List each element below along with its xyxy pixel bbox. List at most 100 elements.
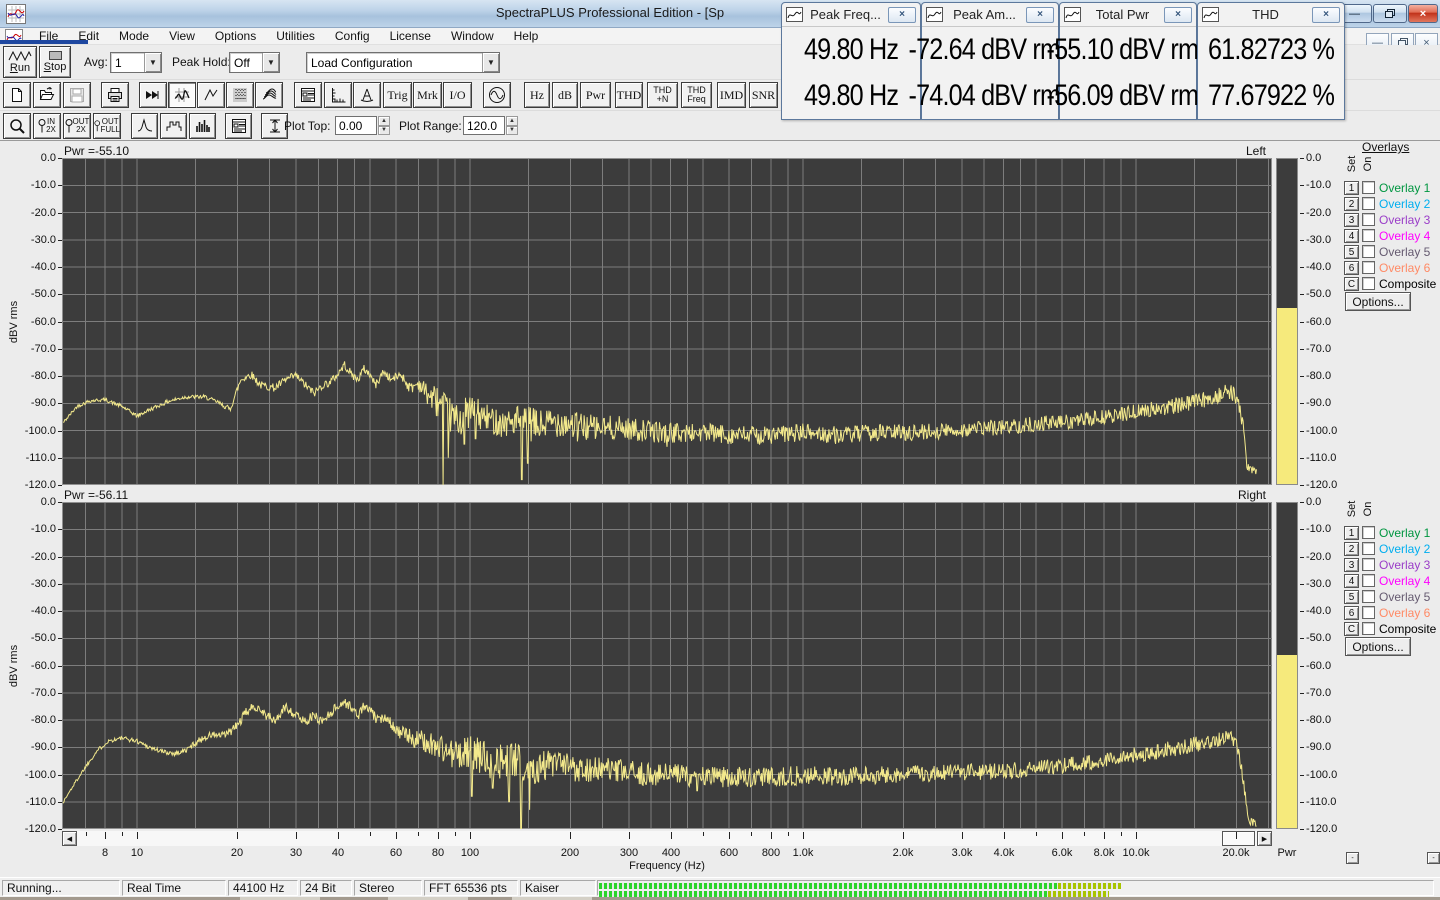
overlay-on-checkbox-6[interactable] xyxy=(1362,261,1375,274)
panel-scroll-button-left[interactable]: - xyxy=(1346,852,1359,864)
peak-hold-select[interactable]: Off ▼ xyxy=(229,52,280,73)
overlay-on-checkbox-c[interactable] xyxy=(1362,622,1375,635)
post-process-button[interactable] xyxy=(139,82,167,108)
plot-top-input[interactable] xyxy=(335,116,377,135)
x-scrollbar-track[interactable] xyxy=(77,831,1257,846)
panel-title-bar[interactable]: Peak Am... × xyxy=(922,3,1058,27)
chevron-down-icon[interactable]: ▼ xyxy=(144,53,161,72)
panel-close-button[interactable]: × xyxy=(1312,6,1340,23)
new-file-button[interactable] xyxy=(3,82,31,108)
overlay-on-checkbox-1[interactable] xyxy=(1362,181,1375,194)
signal-generator-button[interactable] xyxy=(483,82,511,108)
measurement-panel-peak-am-[interactable]: Peak Am... × -72.64 dBV rms -74.04 dBV rms xyxy=(908,2,1073,120)
overlay-set-button-c[interactable]: C xyxy=(1344,277,1359,291)
chevron-down-icon[interactable]: ▼ xyxy=(482,53,499,72)
spectrum-plot-right[interactable] xyxy=(62,502,1272,829)
overlay-on-checkbox-2[interactable] xyxy=(1362,197,1375,210)
overlay-on-checkbox-1[interactable] xyxy=(1362,526,1375,539)
panel-title-bar[interactable]: Total Pwr × xyxy=(1060,3,1196,27)
overlays-options-button[interactable]: Options... xyxy=(1345,292,1411,311)
overlay-set-button-1[interactable]: 1 xyxy=(1344,181,1359,195)
trigger-button[interactable]: Trig xyxy=(383,82,412,108)
overlay-on-checkbox-4[interactable] xyxy=(1362,574,1375,587)
avg-select[interactable]: 1 ▼ xyxy=(110,52,162,73)
menu-item-utilities[interactable]: Utilities xyxy=(266,28,325,44)
open-file-button[interactable] xyxy=(33,82,61,108)
snr-button[interactable]: SNR xyxy=(749,82,778,108)
zoom-button[interactable] xyxy=(3,113,31,139)
power-button[interactable]: Pwr xyxy=(580,82,611,108)
overlay-set-button-6[interactable]: 6 xyxy=(1344,606,1359,620)
measurement-panel-total-pwr[interactable]: Total Pwr × -55.10 dBV rms -56.09 dBV rms xyxy=(1046,2,1211,120)
overlay-set-button-3[interactable]: 3 xyxy=(1344,213,1359,227)
menu-item-view[interactable]: View xyxy=(159,28,205,44)
overlay-set-button-c[interactable]: C xyxy=(1344,622,1359,636)
overlay-on-checkbox-4[interactable] xyxy=(1362,229,1375,242)
thd-freq-button[interactable]: THD Freq xyxy=(681,82,712,108)
calibration-button[interactable] xyxy=(353,82,381,108)
menu-item-help[interactable]: Help xyxy=(504,28,549,44)
overlay-set-button-5[interactable]: 5 xyxy=(1344,245,1359,259)
imd-button[interactable]: IMD xyxy=(717,82,746,108)
overlay-set-button-1[interactable]: 1 xyxy=(1344,526,1359,540)
plot-options-button[interactable] xyxy=(225,113,252,139)
overlay-on-checkbox-5[interactable] xyxy=(1362,590,1375,603)
overlay-set-button-4[interactable]: 4 xyxy=(1344,229,1359,243)
frequency-units-button[interactable]: Hz xyxy=(524,82,550,108)
spectrogram-view-button[interactable] xyxy=(226,82,254,108)
overlay-on-checkbox-5[interactable] xyxy=(1362,245,1375,258)
panel-title-bar[interactable]: THD × xyxy=(1198,3,1344,27)
measurement-panel-peak-freq-[interactable]: Peak Freq... × 49.80 Hz 49.80 Hz xyxy=(781,2,921,120)
overlay-set-button-6[interactable]: 6 xyxy=(1344,261,1359,275)
plot-top-stepper[interactable]: ▲ ▼ xyxy=(378,116,390,135)
step-plot-style-button[interactable] xyxy=(160,113,187,139)
overlay-on-checkbox-c[interactable] xyxy=(1362,277,1375,290)
plot-range-stepper[interactable]: ▲ ▼ xyxy=(506,116,518,135)
overlay-set-button-4[interactable]: 4 xyxy=(1344,574,1359,588)
bar-plot-style-button[interactable] xyxy=(189,113,216,139)
panel-close-button[interactable]: × xyxy=(888,6,916,23)
overlay-set-button-2[interactable]: 2 xyxy=(1344,542,1359,556)
thd-button[interactable]: THD xyxy=(615,82,643,108)
marker-button[interactable]: Mrk xyxy=(413,82,442,108)
overlays-options-button[interactable]: Options... xyxy=(1345,637,1411,656)
scaling-button[interactable] xyxy=(324,82,352,108)
menu-item-license[interactable]: License xyxy=(380,28,441,44)
line-plot-style-button[interactable] xyxy=(131,113,158,139)
overlay-on-checkbox-3[interactable] xyxy=(1362,213,1375,226)
time-series-view-button[interactable] xyxy=(197,82,225,108)
surface-view-button[interactable] xyxy=(255,82,283,108)
panel-title-bar[interactable]: Peak Freq... × xyxy=(782,3,920,27)
menu-item-config[interactable]: Config xyxy=(325,28,380,44)
save-button[interactable] xyxy=(63,82,91,108)
zoom-in-2x-button[interactable]: IN 2X xyxy=(33,113,61,139)
overlay-set-button-5[interactable]: 5 xyxy=(1344,590,1359,604)
load-configuration-select[interactable]: Load Configuration ▼ xyxy=(306,52,500,73)
spectrum-plot-left[interactable] xyxy=(62,158,1272,485)
run-button[interactable]: Run xyxy=(3,46,37,78)
menu-item-options[interactable]: Options xyxy=(205,28,266,44)
restore-button[interactable] xyxy=(1373,4,1407,23)
measurement-panel-thd[interactable]: THD × 61.82723 % 77.67922 % xyxy=(1197,2,1345,120)
x-scrollbar-thumb[interactable] xyxy=(1222,831,1255,846)
panel-close-button[interactable]: × xyxy=(1026,6,1054,23)
zoom-out-2x-button[interactable]: OUT 2X xyxy=(63,113,91,139)
print-button[interactable] xyxy=(101,82,129,108)
panel-scroll-button-right[interactable]: - xyxy=(1427,852,1440,864)
overlay-on-checkbox-6[interactable] xyxy=(1362,606,1375,619)
overlay-on-checkbox-2[interactable] xyxy=(1362,542,1375,555)
thd-plus-n-button[interactable]: THD +N xyxy=(647,82,678,108)
scroll-left-button[interactable]: ◀ xyxy=(62,831,77,846)
display-settings-button[interactable] xyxy=(294,82,322,108)
menu-item-window[interactable]: Window xyxy=(441,28,504,44)
panel-close-button[interactable]: × xyxy=(1164,6,1192,23)
close-button[interactable]: × xyxy=(1408,4,1438,23)
chevron-down-icon[interactable]: ▼ xyxy=(262,53,279,72)
overlay-set-button-2[interactable]: 2 xyxy=(1344,197,1359,211)
spectrum-view-button[interactable] xyxy=(168,82,196,108)
plot-range-input[interactable] xyxy=(463,116,505,135)
overlay-set-button-3[interactable]: 3 xyxy=(1344,558,1359,572)
stop-button[interactable]: Stop xyxy=(39,46,71,78)
menu-item-mode[interactable]: Mode xyxy=(109,28,159,44)
overlay-on-checkbox-3[interactable] xyxy=(1362,558,1375,571)
